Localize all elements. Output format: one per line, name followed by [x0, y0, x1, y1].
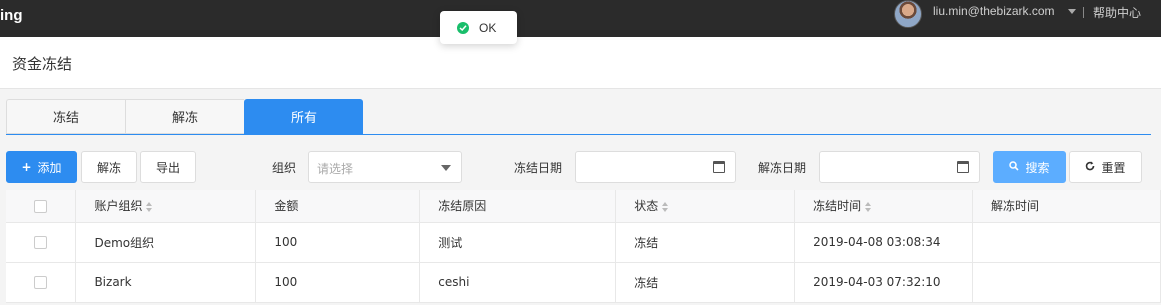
column-label: 账户组织: [94, 199, 143, 214]
row-select-cell: [6, 262, 77, 303]
column-header-reason: 冻结原因: [419, 190, 617, 223]
cell-unfreeze-time: [972, 222, 1161, 263]
reset-button[interactable]: 重置: [1069, 151, 1142, 183]
sort-icon[interactable]: [865, 201, 872, 212]
cell-freeze-time: 2019-04-03 07:32:10: [794, 262, 974, 303]
unfreeze-date-input[interactable]: [819, 151, 980, 183]
sort-icon[interactable]: [146, 201, 153, 212]
help-center-link[interactable]: 帮助中心: [1093, 4, 1141, 21]
org-select-placeholder: 请选择: [317, 162, 354, 176]
row-select-cell: [6, 222, 77, 263]
page-title: 资金冻结: [12, 55, 73, 73]
caret-down-icon: [441, 165, 451, 171]
select-all-cell: [6, 190, 77, 223]
search-button[interactable]: 搜索: [993, 151, 1066, 183]
brand-logo-text[interactable]: ing: [0, 7, 23, 24]
plus-icon: +: [21, 160, 32, 174]
tab-unfrozen[interactable]: 解冻: [125, 99, 244, 134]
column-header-status[interactable]: 状态: [615, 190, 796, 223]
table-row[interactable]: Demo组织 100 测试 冻结 2019-04-08 03:08:34: [6, 222, 1161, 263]
calendar-icon: [957, 161, 969, 173]
cell-amount: 100: [255, 262, 421, 303]
column-label: 冻结时间: [813, 199, 862, 214]
row-checkbox[interactable]: [34, 276, 48, 289]
cell-amount: 100: [255, 222, 421, 263]
status-tabs: 冻结 解冻 所有: [6, 99, 363, 134]
unfreeze-date-label: 解冻日期: [758, 161, 807, 175]
sort-icon[interactable]: [662, 201, 669, 212]
cell-status: 冻结: [615, 222, 796, 263]
unfreeze-button[interactable]: 解冻: [81, 151, 137, 183]
org-label: 组织: [272, 161, 297, 175]
calendar-icon: [713, 161, 725, 173]
reset-button-label: 重置: [1101, 160, 1126, 175]
cell-freeze-time: 2019-04-08 03:08:34: [794, 222, 974, 263]
tab-all[interactable]: 所有: [244, 99, 363, 134]
column-header-org[interactable]: 账户组织: [75, 190, 257, 223]
cell-org: Bizark: [75, 262, 257, 303]
cell-org: Demo组织: [75, 222, 257, 263]
add-button-label: 添加: [37, 160, 62, 175]
column-header-amount: 金额: [255, 190, 421, 223]
table-row[interactable]: Bizark 100 ceshi 冻结 2019-04-03 07:32:10: [6, 262, 1161, 303]
cell-unfreeze-time: [972, 262, 1161, 303]
user-avatar[interactable]: [894, 0, 922, 28]
add-button[interactable]: + 添加: [6, 151, 77, 183]
refresh-icon: [1085, 160, 1095, 174]
top-navbar: ing liu.min@thebizark.com 帮助中心: [0, 0, 1161, 37]
check-circle-icon: [457, 21, 469, 34]
column-label: 状态: [634, 199, 659, 214]
tab-underline: [6, 134, 1151, 135]
select-all-checkbox[interactable]: [34, 199, 48, 213]
toast-message: OK: [479, 20, 497, 35]
freeze-date-label: 冻结日期: [514, 161, 563, 175]
column-header-unfreeze-time: 解冻时间: [972, 190, 1161, 223]
search-button-label: 搜索: [1025, 160, 1050, 175]
row-checkbox[interactable]: [34, 236, 48, 249]
cell-reason: ceshi: [419, 262, 617, 303]
org-select[interactable]: 请选择: [308, 151, 462, 183]
freeze-table: 账户组织 金额 冻结原因 状态 冻结时间 解冻时间 Demo组织 100 测试 …: [6, 190, 1161, 303]
cell-reason: 测试: [419, 222, 617, 263]
success-toast: OK: [440, 11, 517, 44]
export-button[interactable]: 导出: [140, 151, 196, 183]
column-header-freeze-time[interactable]: 冻结时间: [794, 190, 974, 223]
user-email[interactable]: liu.min@thebizark.com: [933, 4, 1055, 18]
divider: [1083, 7, 1084, 18]
tab-frozen[interactable]: 冻结: [6, 99, 125, 134]
search-icon: [1009, 160, 1020, 174]
chevron-down-icon[interactable]: [1068, 9, 1076, 14]
table-header-row: 账户组织 金额 冻结原因 状态 冻结时间 解冻时间: [6, 190, 1161, 223]
cell-status: 冻结: [615, 262, 796, 303]
freeze-date-input[interactable]: [575, 151, 736, 183]
page-header: 资金冻结: [0, 37, 1161, 89]
